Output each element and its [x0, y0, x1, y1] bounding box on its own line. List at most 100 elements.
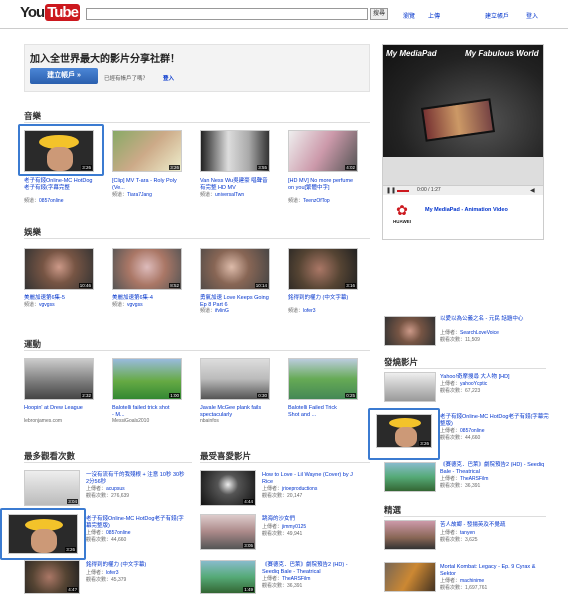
side-top-thumb[interactable] [384, 316, 436, 346]
duration-label: 2:32 [81, 393, 92, 398]
sports-thumb-4[interactable]: 0:25 [288, 358, 358, 400]
featured-thumb-2[interactable]: 3:26 [376, 414, 432, 448]
browse-link[interactable]: 瀏覽 [403, 11, 415, 20]
music-thumb-3[interactable]: 3:55 [200, 130, 270, 172]
section-music-title[interactable]: 音樂 [24, 110, 41, 122]
video-title[interactable]: Javale McGee plank fails spectacularly [200, 405, 270, 418]
video-title[interactable]: [Clip] MV T-ara - Roly Poly (Ve... [112, 178, 182, 191]
video-channel[interactable]: 頻道：TeenzOfTop [288, 198, 330, 204]
video-uploader[interactable]: 上傳者：tanyen [440, 530, 475, 536]
video-title[interactable]: 勇氣加速 Love Keeps Going Ep 8 Part 6 [200, 295, 274, 308]
video-uploader[interactable]: 上傳者：0857online [440, 428, 484, 434]
section-spotlight-title[interactable]: 精選 [384, 504, 401, 516]
logo-tube-text: Tube [45, 4, 80, 21]
video-title[interactable]: 老子有錢Online-MC HotDog老子有錢(字幕完整版) [440, 414, 550, 427]
music-thumb-2[interactable]: 3:26 [112, 130, 182, 172]
featured-thumb-3[interactable] [384, 462, 436, 492]
video-title[interactable]: 美麗加速第6集-4 [112, 295, 184, 302]
music-thumb-4[interactable]: 4:02 [288, 130, 358, 172]
video-channel[interactable]: 頻道：0857online [24, 198, 63, 204]
video-views: 觀看次數：67,223 [440, 388, 481, 394]
sign-in-link[interactable]: 登入 [526, 11, 538, 20]
promo-signin-link[interactable]: 登入 [163, 74, 174, 82]
video-title[interactable]: Hoopin' at Drew League [24, 405, 84, 412]
entertainment-divider [24, 238, 370, 239]
video-channel[interactable]: 頻道：Tiara7Jang [112, 192, 152, 198]
section-entertainment-title[interactable]: 娛樂 [24, 226, 41, 238]
video-channel[interactable]: 頻道：lofer3 [288, 308, 316, 314]
video-uploader[interactable]: 上傳者：lofer3 [86, 570, 119, 576]
upload-link[interactable]: 上傳 [428, 11, 440, 20]
spotlight-thumb-2[interactable] [384, 562, 436, 592]
video-uploader[interactable]: 上傳者：jimmy0125 [262, 524, 306, 530]
progress-bar[interactable] [397, 190, 409, 192]
video-title[interactable]: [HD MV] No more perfume on you[繁體中字] [288, 178, 358, 191]
duration-label: 3:26 [65, 547, 76, 552]
video-uploader[interactable]: 上傳者：yahooYcptic [440, 381, 487, 387]
video-channel[interactable]: lebronjames.com [24, 418, 62, 424]
duration-label: 1:49 [243, 587, 254, 592]
video-title[interactable]: Balotelli failed trick shot - M... [112, 405, 172, 418]
create-account-link[interactable]: 建立帳戶 [485, 11, 509, 20]
ent-thumb-4[interactable]: 3:16 [288, 248, 358, 290]
ent-thumb-3[interactable]: 10:14 [200, 248, 270, 290]
section-sports-title[interactable]: 運動 [24, 338, 41, 350]
video-title[interactable]: 美麗加速第6集-5 [24, 295, 96, 302]
section-featured-title[interactable]: 發燒影片 [384, 356, 418, 368]
music-thumb-1[interactable]: 3:26 [24, 130, 94, 172]
spotlight-thumb-1[interactable] [384, 520, 436, 550]
duration-label: 3:16 [345, 283, 356, 288]
fav-thumb-2[interactable]: 3:05 [200, 514, 256, 550]
ad-player[interactable]: My MediaPad My Fabulous World ❚❚ 0:00 / … [382, 44, 544, 240]
section-most-viewed-title[interactable]: 最多觀看次數 [24, 450, 75, 462]
video-title[interactable]: 老子有錢Online-MC HotDog老子有錢(字幕完整 [24, 178, 94, 191]
create-account-button[interactable]: 建立帳戶 » [30, 68, 98, 84]
video-uploader[interactable]: 上傳者：TheARSFilm [440, 476, 488, 482]
video-channel[interactable]: MessiGoals2010 [112, 418, 149, 424]
video-channel[interactable]: 頻道：vgvgss [112, 302, 143, 308]
video-uploader[interactable]: 上傳者：machinime [440, 578, 484, 584]
video-title[interactable]: 銘得到的權力 (中文字幕) [86, 562, 186, 569]
search-input[interactable] [86, 8, 368, 20]
video-channel[interactable]: 頻道：universalTwn [200, 192, 244, 198]
youtube-logo[interactable]: You Tube [20, 4, 80, 26]
video-uploader[interactable]: 上傳者：acupsus [86, 486, 125, 492]
video-uploader[interactable]: 上傳者：jrioeproductions [262, 486, 317, 492]
video-title[interactable]: How to Love - Lil Wayne (Cover) by J Ric… [262, 472, 362, 485]
ad-tablet-image [420, 98, 496, 142]
section-top-favorites-title[interactable]: 最受喜愛影片 [200, 450, 251, 462]
sports-thumb-3[interactable]: 0:30 [200, 358, 270, 400]
video-channel[interactable]: 頻道：vgvgss [24, 302, 55, 308]
video-channel[interactable]: nbainfos [200, 418, 219, 424]
sports-thumb-2[interactable]: 1:00 [112, 358, 182, 400]
ent-thumb-2[interactable]: 8:52 [112, 248, 182, 290]
ent-thumb-1[interactable]: 10:46 [24, 248, 94, 290]
featured-thumb-1[interactable] [384, 372, 436, 402]
mv-thumb-2[interactable]: 3:26 [8, 514, 78, 554]
search-button[interactable]: 搜尋 [370, 8, 388, 20]
video-title[interactable]: 以愛以為公義之名 - 元民 話題中心 [440, 316, 550, 323]
video-title[interactable]: Yahoo!奇摩搜尋 大人物 [HD] [440, 374, 550, 381]
fav-thumb-3[interactable]: 1:49 [200, 560, 256, 594]
play-pause-icon[interactable]: ❚❚ [386, 187, 396, 194]
video-title[interactable]: 老子有錢Online-MC HotDog老子有錢(字幕完整版) [86, 516, 186, 529]
mv-thumb-1[interactable]: 3:04 [24, 470, 80, 506]
video-title[interactable]: 銘得到的權力 (中文字幕) [288, 295, 360, 302]
video-title[interactable]: Balotelli Failed Trick Shot and ... [288, 405, 348, 418]
volume-icon[interactable]: ◀ [530, 187, 535, 194]
video-title[interactable]: 《賽德克．巴萊》劇院預告2 (HD) - Seediq Bale - Theat… [262, 562, 362, 575]
ad-caption[interactable]: My MediaPad - Animation Video [425, 207, 508, 213]
video-uploader[interactable]: 上傳者：0857online [86, 530, 130, 536]
video-title[interactable]: 一沒有流有千的我殘根 + 注意 10秒 30秒 2分56秒 [86, 472, 186, 485]
video-channel[interactable]: 頻道：ifvlinG [200, 308, 229, 314]
sports-thumb-1[interactable]: 2:32 [24, 358, 94, 400]
video-title[interactable]: Mortal Kombat: Legacy - Ep. 9 Cyrax & Se… [440, 564, 550, 577]
mv-thumb-3[interactable]: 4:4? [24, 560, 80, 594]
video-title[interactable]: 跳海的沙女們 [262, 516, 362, 523]
video-uploader[interactable]: 上傳者：SearchLoveVoice [440, 330, 499, 336]
video-title[interactable]: 《賽德克．巴萊》劇院預告2 (HD) - Seediq Bale - Theat… [440, 462, 550, 475]
fav-thumb-1[interactable]: 4:44 [200, 470, 256, 506]
video-title[interactable]: 苦人故鄉 - 發揚英及不覺疏 [440, 522, 550, 529]
video-title[interactable]: Van Ness Wu吳建豪 唱聲音有完整 HD MV [200, 178, 272, 191]
video-uploader[interactable]: 上傳者：TheARSFilm [262, 576, 310, 582]
